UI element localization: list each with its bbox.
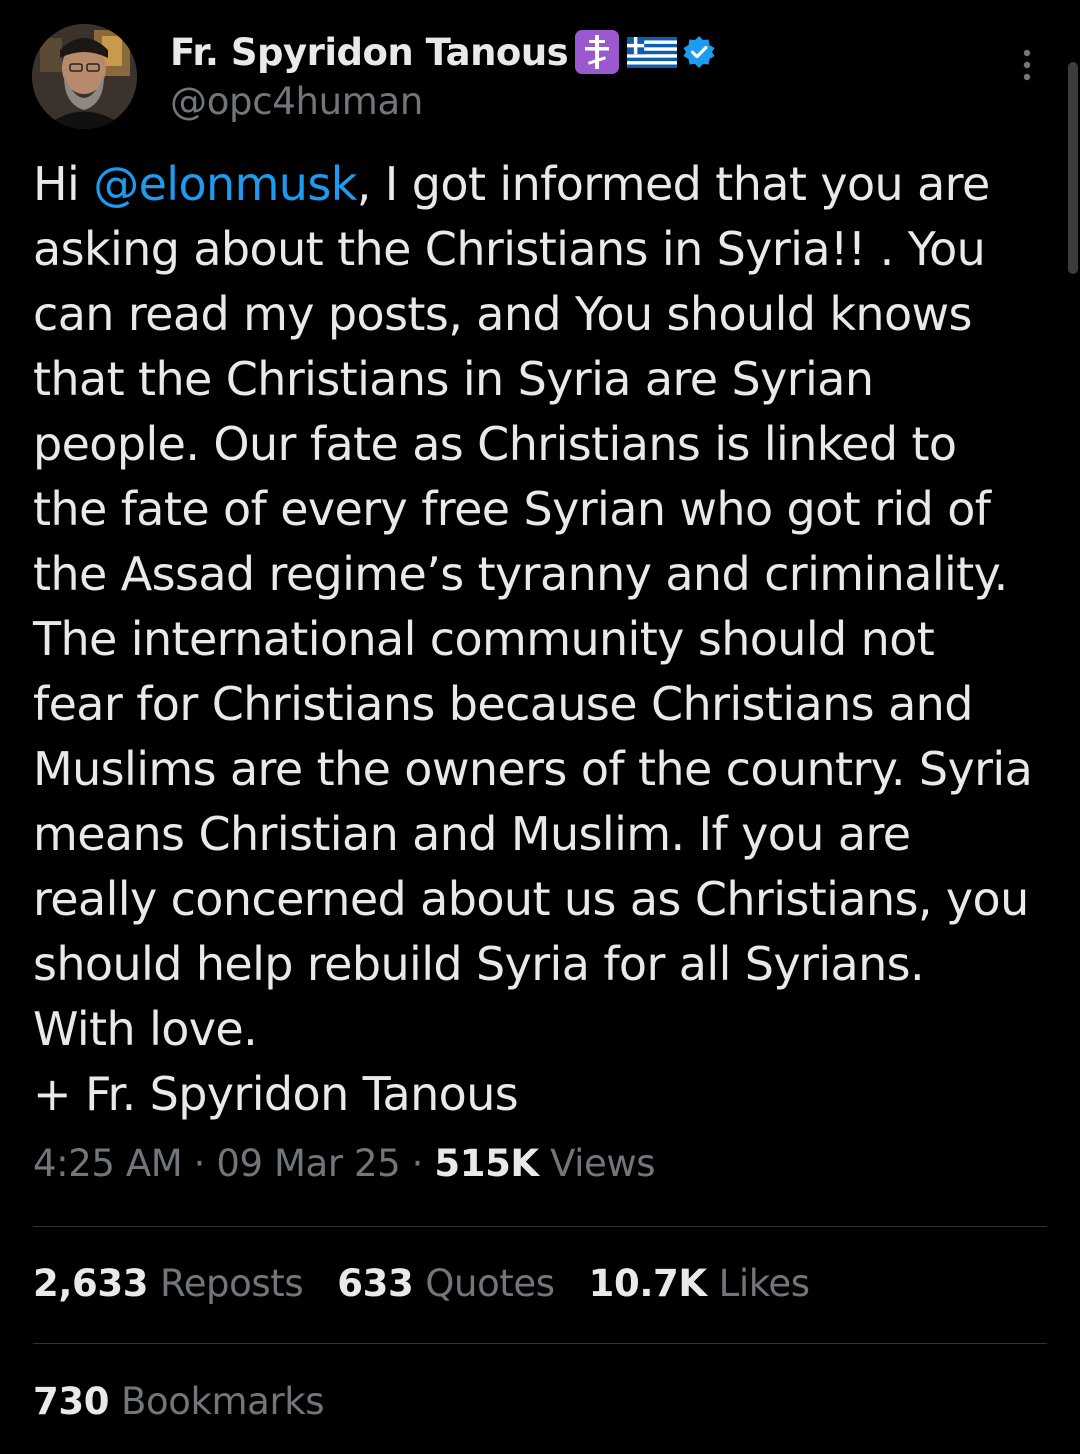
bookmarks-row: 730 Bookmarks — [33, 1380, 325, 1423]
engagement-stats: 2,633 Reposts 633 Quotes 10.7K Likes — [33, 1262, 810, 1305]
more-vertical-icon[interactable] — [1012, 46, 1042, 86]
likes-stat[interactable]: 10.7K Likes — [589, 1262, 810, 1305]
likes-label: Likes — [718, 1262, 810, 1305]
divider — [33, 1343, 1047, 1344]
views-count[interactable]: 515K — [434, 1142, 539, 1185]
bookmarks-label: Bookmarks — [121, 1380, 325, 1423]
quotes-count: 633 — [337, 1262, 414, 1305]
reposts-label: Reposts — [160, 1262, 304, 1305]
author-name-row: Fr. Spyridon Tanous — [170, 26, 716, 78]
reposts-stat[interactable]: 2,633 Reposts — [33, 1262, 304, 1305]
post-text-content: , I got informed that you are asking abo… — [33, 157, 1033, 1121]
post-text-greeting: Hi — [33, 157, 94, 211]
views-label: Views — [538, 1142, 656, 1185]
avatar-image — [32, 24, 137, 129]
reposts-count: 2,633 — [33, 1262, 149, 1305]
greece-flag-icon — [626, 29, 678, 75]
bookmarks-count: 730 — [33, 1380, 110, 1423]
scrollbar-thumb[interactable] — [1068, 62, 1078, 274]
author-display-name[interactable]: Fr. Spyridon Tanous — [170, 31, 569, 74]
mention-link[interactable]: @elonmusk — [93, 157, 357, 211]
meta-separator: · — [400, 1142, 435, 1185]
bookmarks-stat[interactable]: 730 Bookmarks — [33, 1380, 325, 1423]
post-time[interactable]: 4:25 AM — [33, 1142, 183, 1185]
divider — [33, 1226, 1047, 1227]
quotes-stat[interactable]: 633 Quotes — [337, 1262, 555, 1305]
post-text: Hi @elonmusk, I got informed that you ar… — [33, 152, 1063, 1127]
meta-separator: · — [182, 1142, 217, 1185]
likes-count: 10.7K — [588, 1262, 707, 1305]
quotes-label: Quotes — [425, 1262, 555, 1305]
post-date[interactable]: 09 Mar 25 — [216, 1142, 400, 1185]
avatar[interactable] — [32, 24, 137, 129]
orthodox-cross-emoji-icon — [574, 29, 620, 75]
post-meta: 4:25 AM · 09 Mar 25 · 515K Views — [33, 1142, 656, 1185]
author-handle[interactable]: @opc4human — [170, 80, 423, 123]
verified-badge-icon[interactable] — [682, 35, 716, 69]
